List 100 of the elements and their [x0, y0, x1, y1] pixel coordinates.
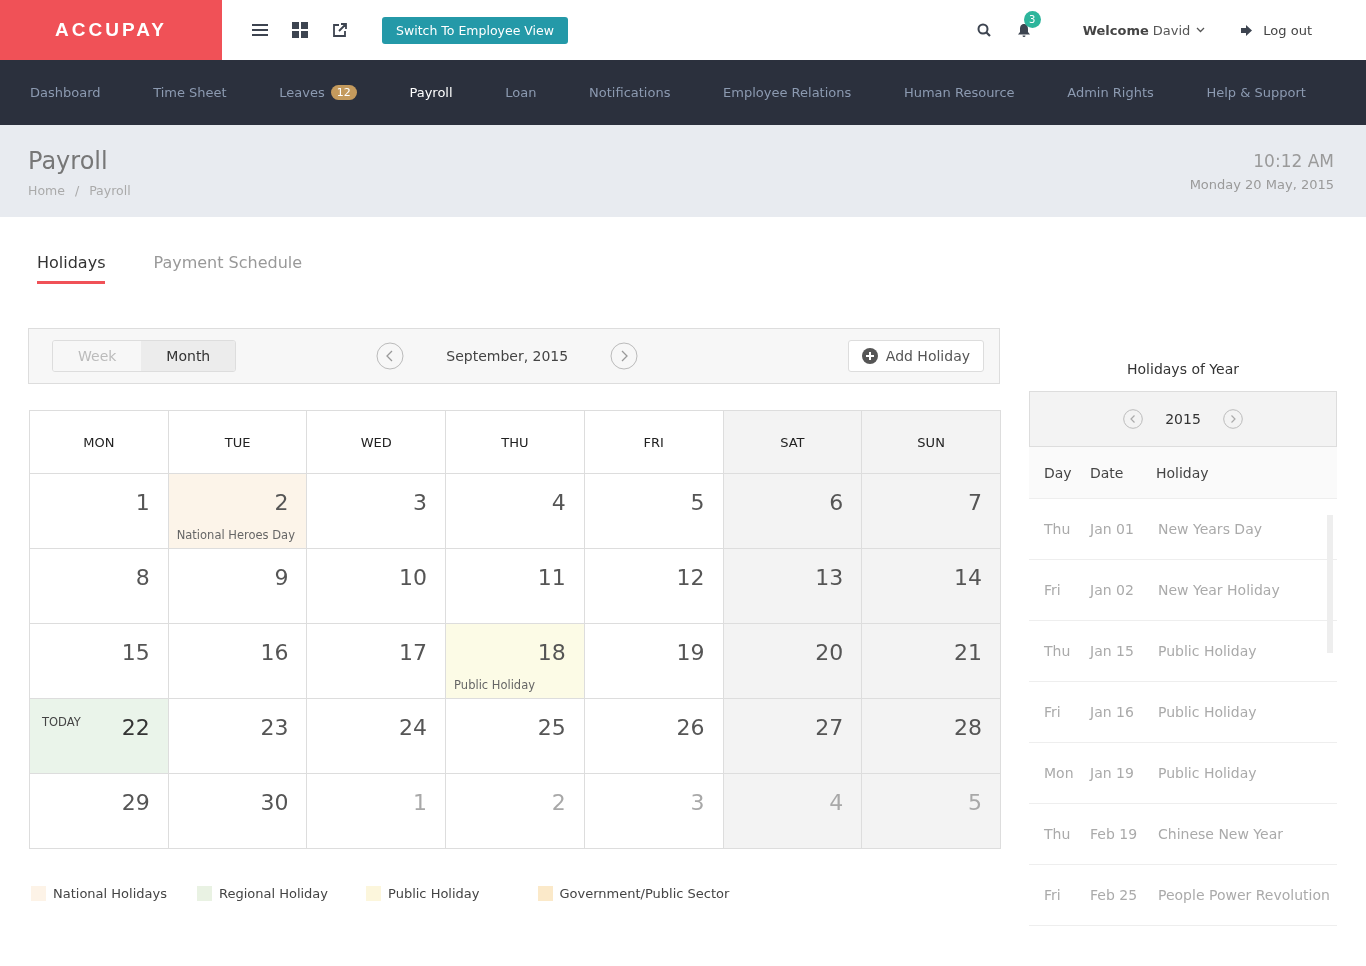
legend-label: Public Holiday	[388, 886, 480, 901]
bell-icon[interactable]	[1016, 22, 1031, 38]
day-number: 15	[121, 640, 150, 665]
day-number: 4	[829, 790, 844, 815]
day-number: 17	[399, 640, 428, 665]
chevron-down-icon	[1196, 27, 1206, 33]
nav-item[interactable]: Time Sheet	[153, 85, 227, 100]
table-cell-text: Thu	[1043, 643, 1072, 659]
calendar-day[interactable]: 21	[861, 623, 1001, 699]
calendar-day[interactable]: TODAY 22	[29, 698, 169, 774]
weekday-header: FRI	[584, 410, 723, 474]
nav-item[interactable]: Notifications	[589, 85, 671, 100]
calendar-day[interactable]: 30	[168, 773, 307, 849]
column-header: Day	[1043, 464, 1073, 481]
calendar-day[interactable]: 15	[29, 623, 169, 699]
table-cell-text: Public Holiday	[1158, 704, 1258, 720]
table-cell-text: Feb 25	[1090, 887, 1139, 903]
calendar-day[interactable]: 12	[584, 548, 723, 624]
day-number: 11	[537, 565, 566, 590]
calendar-day[interactable]: 28	[861, 698, 1001, 774]
table-cell-text: Fri	[1043, 887, 1062, 903]
tab[interactable]: Holidays	[37, 253, 106, 284]
external-link-icon[interactable]	[332, 22, 348, 38]
nav-item[interactable]: Help & Support	[1206, 85, 1306, 100]
calendar-day[interactable]: 29	[29, 773, 169, 849]
calendar-day[interactable]: 7	[861, 473, 1001, 549]
day-number: 3	[413, 490, 428, 515]
calendar-day[interactable]: 6	[723, 473, 862, 549]
table-cell-text: Feb 19	[1090, 826, 1139, 842]
table-cell-text: Mon	[1043, 765, 1075, 781]
logout-icon	[1241, 24, 1254, 36]
table-cell-text: Jan 15	[1090, 643, 1135, 659]
day-number: 21	[954, 640, 982, 665]
calendar-day[interactable]: 26	[584, 698, 723, 774]
day-number: 25	[537, 715, 566, 740]
day-number: 6	[829, 490, 844, 515]
day-number: 1	[135, 490, 150, 515]
legend-label: Government/Public Sector	[559, 886, 730, 901]
logout-button[interactable]: Log out	[1241, 22, 1312, 38]
calendar-day[interactable]: 24	[306, 698, 446, 774]
weekday-header: TUE	[168, 410, 307, 474]
column-header: Holiday	[1156, 464, 1210, 481]
table-cell-text: New Year Holiday	[1158, 582, 1281, 598]
view-toggle[interactable]: Month	[141, 341, 236, 371]
nav-item[interactable]: Dashboard	[30, 85, 101, 100]
calendar-day[interactable]: 16	[168, 623, 307, 699]
calendar-day[interactable]: 18 Public Holiday	[445, 623, 585, 699]
nav-item[interactable]: Human Resource	[903, 85, 1015, 100]
calendar-day[interactable]: 8	[29, 548, 169, 624]
month-label: September, 2015	[446, 348, 569, 364]
day-number: 30	[260, 790, 289, 815]
page-title: Payroll	[28, 147, 109, 175]
calendar-day[interactable]: 9	[168, 548, 307, 624]
day-number: 28	[954, 715, 982, 740]
day-number: 8	[135, 565, 150, 590]
add-holiday-button[interactable]: Add Holiday	[847, 340, 984, 372]
table-cell-text: Chinese New Year	[1158, 826, 1284, 842]
calendar-day[interactable]: 25	[445, 698, 585, 774]
calendar-day[interactable]: 10	[306, 548, 446, 624]
year-label: 2015	[1165, 411, 1201, 427]
day-number: 14	[954, 565, 982, 590]
nav-item[interactable]: Leaves 12	[279, 85, 357, 100]
calendar-day[interactable]: 3	[306, 473, 446, 549]
calendar-day[interactable]: 4	[445, 473, 585, 549]
day-number: 20	[815, 640, 844, 665]
menu-icon[interactable]	[252, 23, 268, 37]
today-label: TODAY	[42, 715, 81, 729]
legend-label: National Holidays	[53, 886, 167, 901]
nav-item[interactable]: Payroll	[409, 85, 453, 100]
search-icon[interactable]	[976, 23, 991, 37]
holiday-label: Public Holiday	[454, 678, 536, 692]
calendar-day[interactable]: 2 National Heroes Day	[168, 473, 307, 549]
nav-item[interactable]: Employee Relations	[723, 85, 852, 100]
nav-item[interactable]: Loan	[505, 85, 537, 100]
notification-count: 3	[1023, 10, 1041, 28]
breadcrumb-current: Payroll	[89, 183, 131, 198]
day-number: 23	[260, 715, 289, 740]
day-number: 3	[690, 790, 705, 815]
day-number: 7	[968, 490, 982, 515]
calendar-day[interactable]: 19	[584, 623, 723, 699]
table-cell-text: Jan 02	[1090, 582, 1135, 598]
grid-icon[interactable]	[292, 22, 308, 38]
calendar-day[interactable]: 14	[861, 548, 1001, 624]
nav-item[interactable]: Admin Rights	[1067, 85, 1154, 100]
calendar-day[interactable]: 5	[584, 473, 723, 549]
legend-label: Regional Holiday	[218, 886, 329, 901]
calendar-day[interactable]: 23	[168, 698, 307, 774]
calendar-day[interactable]: 17	[306, 623, 446, 699]
user-menu[interactable]: David	[1152, 22, 1206, 38]
calendar-day[interactable]: 11	[445, 548, 585, 624]
day-number: 26	[676, 715, 705, 740]
day-number: 29	[121, 790, 150, 815]
table-cell-text: People Power Revolution	[1158, 887, 1331, 903]
calendar-day[interactable]: 13	[723, 548, 862, 624]
table-cell-text: Jan 19	[1090, 765, 1135, 781]
brand-logo[interactable]: ACCUPAY	[0, 0, 222, 60]
weekday-header: SAT	[723, 410, 862, 474]
calendar-day[interactable]: 1	[29, 473, 169, 549]
calendar-day[interactable]: 27	[723, 698, 862, 774]
calendar-day[interactable]: 20	[723, 623, 862, 699]
